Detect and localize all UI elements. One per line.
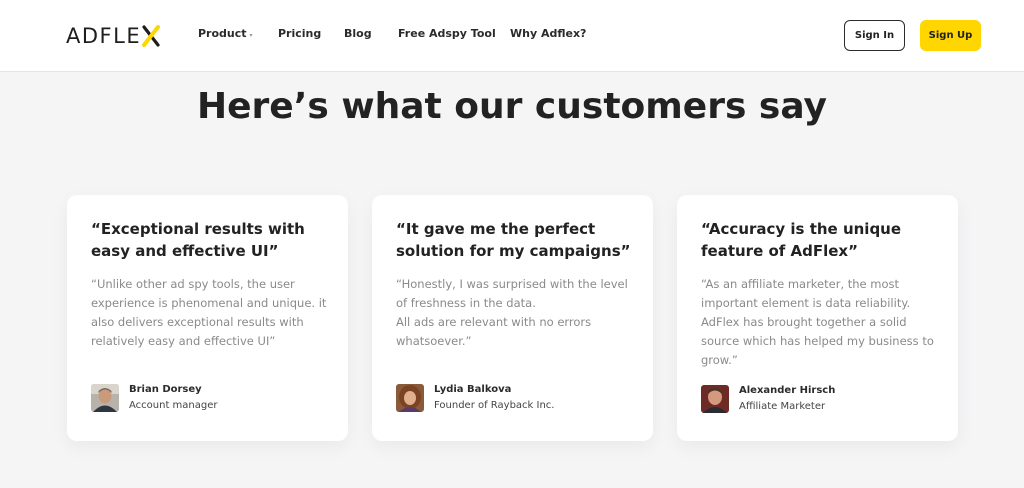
- testimonial-author: Brian Dorsey Account manager: [91, 383, 331, 413]
- author-name: Alexander Hirsch: [739, 385, 836, 396]
- nav-product[interactable]: Product ▾: [198, 27, 253, 40]
- chevron-down-icon: ▾: [249, 31, 253, 39]
- testimonial-title: “Accuracy is the unique feature of AdFle…: [701, 220, 902, 260]
- testimonial-quote: “As an affiliate marketer, the most impo…: [701, 277, 934, 367]
- author-name: Brian Dorsey: [129, 384, 202, 395]
- nav-product-label: Product: [198, 27, 247, 40]
- logo-text: ADFLE: [66, 24, 142, 48]
- author-role: Affiliate Marketer: [739, 401, 826, 412]
- nav-pricing[interactable]: Pricing: [278, 27, 321, 40]
- testimonial-card: “Exceptional results with easy and effec…: [67, 195, 348, 441]
- sign-in-button[interactable]: Sign In: [844, 20, 905, 51]
- testimonial-card: “Accuracy is the unique feature of AdFle…: [677, 195, 958, 441]
- avatar: [701, 385, 729, 413]
- testimonial-title: “It gave me the perfect solution for my …: [396, 220, 631, 260]
- nav-why-adflex[interactable]: Why Adflex?: [510, 27, 586, 40]
- nav-blog[interactable]: Blog: [344, 27, 372, 40]
- testimonial-quote: “Unlike other ad spy tools, the user exp…: [91, 277, 327, 348]
- testimonial-quote: “Honestly, I was surprised with the leve…: [396, 277, 628, 348]
- avatar: [91, 384, 119, 412]
- testimonial-author: Alexander Hirsch Affiliate Marketer: [701, 384, 941, 414]
- testimonial-title: “Exceptional results with easy and effec…: [91, 220, 305, 260]
- testimonial-card: “It gave me the perfect solution for my …: [372, 195, 653, 441]
- testimonial-author: Lydia Balkova Founder of Rayback Inc.: [396, 383, 636, 413]
- author-name: Lydia Balkova: [434, 384, 512, 395]
- sign-up-button[interactable]: Sign Up: [920, 20, 981, 51]
- adflex-logo[interactable]: ADFLE: [66, 23, 161, 49]
- avatar: [396, 384, 424, 412]
- author-role: Account manager: [129, 400, 218, 411]
- author-role: Founder of Rayback Inc.: [434, 400, 555, 411]
- logo-x-mark-icon: [142, 25, 161, 47]
- nav-free-adspy-tool[interactable]: Free Adspy Tool: [398, 27, 496, 40]
- section-heading: Here’s what our customers say: [197, 86, 827, 127]
- top-navbar: ADFLE Product ▾ Pricing Blog Free Adspy …: [0, 0, 1024, 72]
